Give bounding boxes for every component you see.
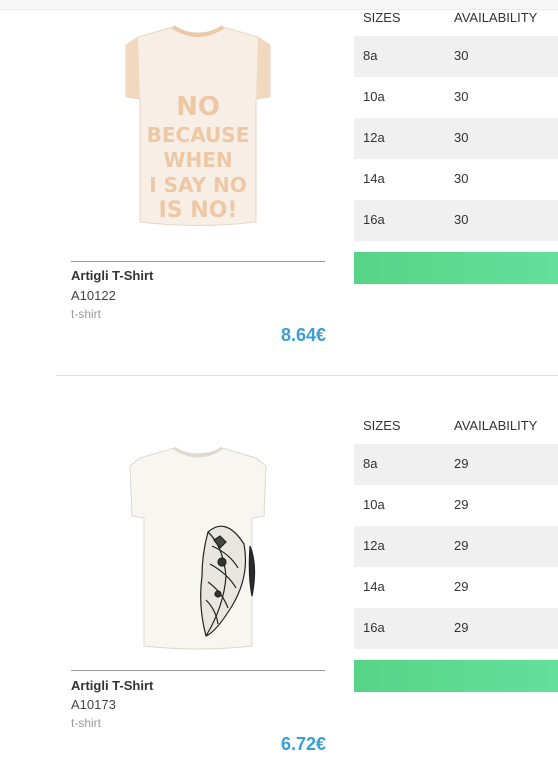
availability-value: 29 [454, 456, 469, 471]
size-value: 14a [363, 171, 385, 186]
availability-header: AVAILABILITY [454, 418, 538, 433]
svg-text:I SAY NO: I SAY NO [149, 173, 247, 197]
table-row: 14a 29 [354, 567, 558, 608]
product-code: A10122 [71, 288, 116, 303]
table-header: SIZES AVAILABILITY [354, 416, 558, 444]
size-value: 12a [363, 130, 385, 145]
size-value: 16a [363, 212, 385, 227]
availability-value: 30 [454, 89, 469, 104]
size-value: 10a [363, 89, 385, 104]
table-row: 8a 30 [354, 36, 558, 77]
svg-text:NO: NO [176, 92, 220, 122]
svg-text:WHEN: WHEN [163, 148, 232, 172]
availability-value: 30 [454, 130, 469, 145]
table-row: 12a 29 [354, 526, 558, 567]
svg-text:BECAUSE: BECAUSE [147, 123, 250, 147]
size-value: 8a [363, 48, 378, 63]
sizes-header: SIZES [363, 418, 401, 433]
product-price: 8.64€ [280, 325, 326, 345]
product-category: t-shirt [71, 307, 101, 321]
product-image[interactable]: NO BECAUSE WHEN I SAY NO IS NO! [78, 12, 318, 244]
size-value: 10a [363, 497, 385, 512]
availability-value: 30 [454, 171, 469, 186]
table-row: 10a 29 [354, 485, 558, 526]
table-row: 14a 30 [354, 159, 558, 200]
add-to-cart-button[interactable] [354, 252, 558, 284]
availability-value: 30 [454, 212, 469, 227]
product-price: 6.72€ [280, 734, 326, 754]
tshirt-peach-image: NO BECAUSE WHEN I SAY NO IS NO! [125, 25, 271, 226]
table-row: 16a 30 [354, 200, 558, 241]
table-row: 16a 29 [354, 608, 558, 649]
table-row: 8a 29 [354, 444, 558, 485]
add-to-cart-button[interactable] [354, 660, 558, 692]
size-value: 8a [363, 456, 378, 471]
tshirt-white-image [129, 446, 267, 650]
table-row: 10a 30 [354, 77, 558, 118]
availability-value: 29 [454, 579, 469, 594]
sizes-table: SIZES AVAILABILITY 8a 29 10a 29 12a 29 14a 2… [354, 416, 558, 649]
product-name[interactable]: Artigli T-Shirt [71, 678, 153, 693]
sizes-header: SIZES [363, 10, 401, 25]
availability-header: AVAILABILITY [454, 10, 538, 25]
product-category: t-shirt [71, 716, 101, 730]
size-value: 14a [363, 579, 385, 594]
info-divider [71, 670, 325, 671]
table-row: 12a 30 [354, 118, 558, 159]
product-name[interactable]: Artigli T-Shirt [71, 268, 153, 283]
availability-value: 29 [454, 620, 469, 635]
size-value: 12a [363, 538, 385, 553]
product-image[interactable] [78, 430, 318, 662]
sizes-table: SIZES AVAILABILITY 8a 30 10a 30 12a 30 14a 3… [354, 8, 558, 241]
info-divider [71, 261, 325, 262]
product-divider [56, 375, 558, 376]
size-value: 16a [363, 620, 385, 635]
availability-value: 29 [454, 497, 469, 512]
product-code: A10173 [71, 697, 116, 712]
availability-value: 29 [454, 538, 469, 553]
table-header: SIZES AVAILABILITY [354, 8, 558, 36]
svg-text:IS NO!: IS NO! [159, 198, 238, 223]
availability-value: 30 [454, 48, 469, 63]
